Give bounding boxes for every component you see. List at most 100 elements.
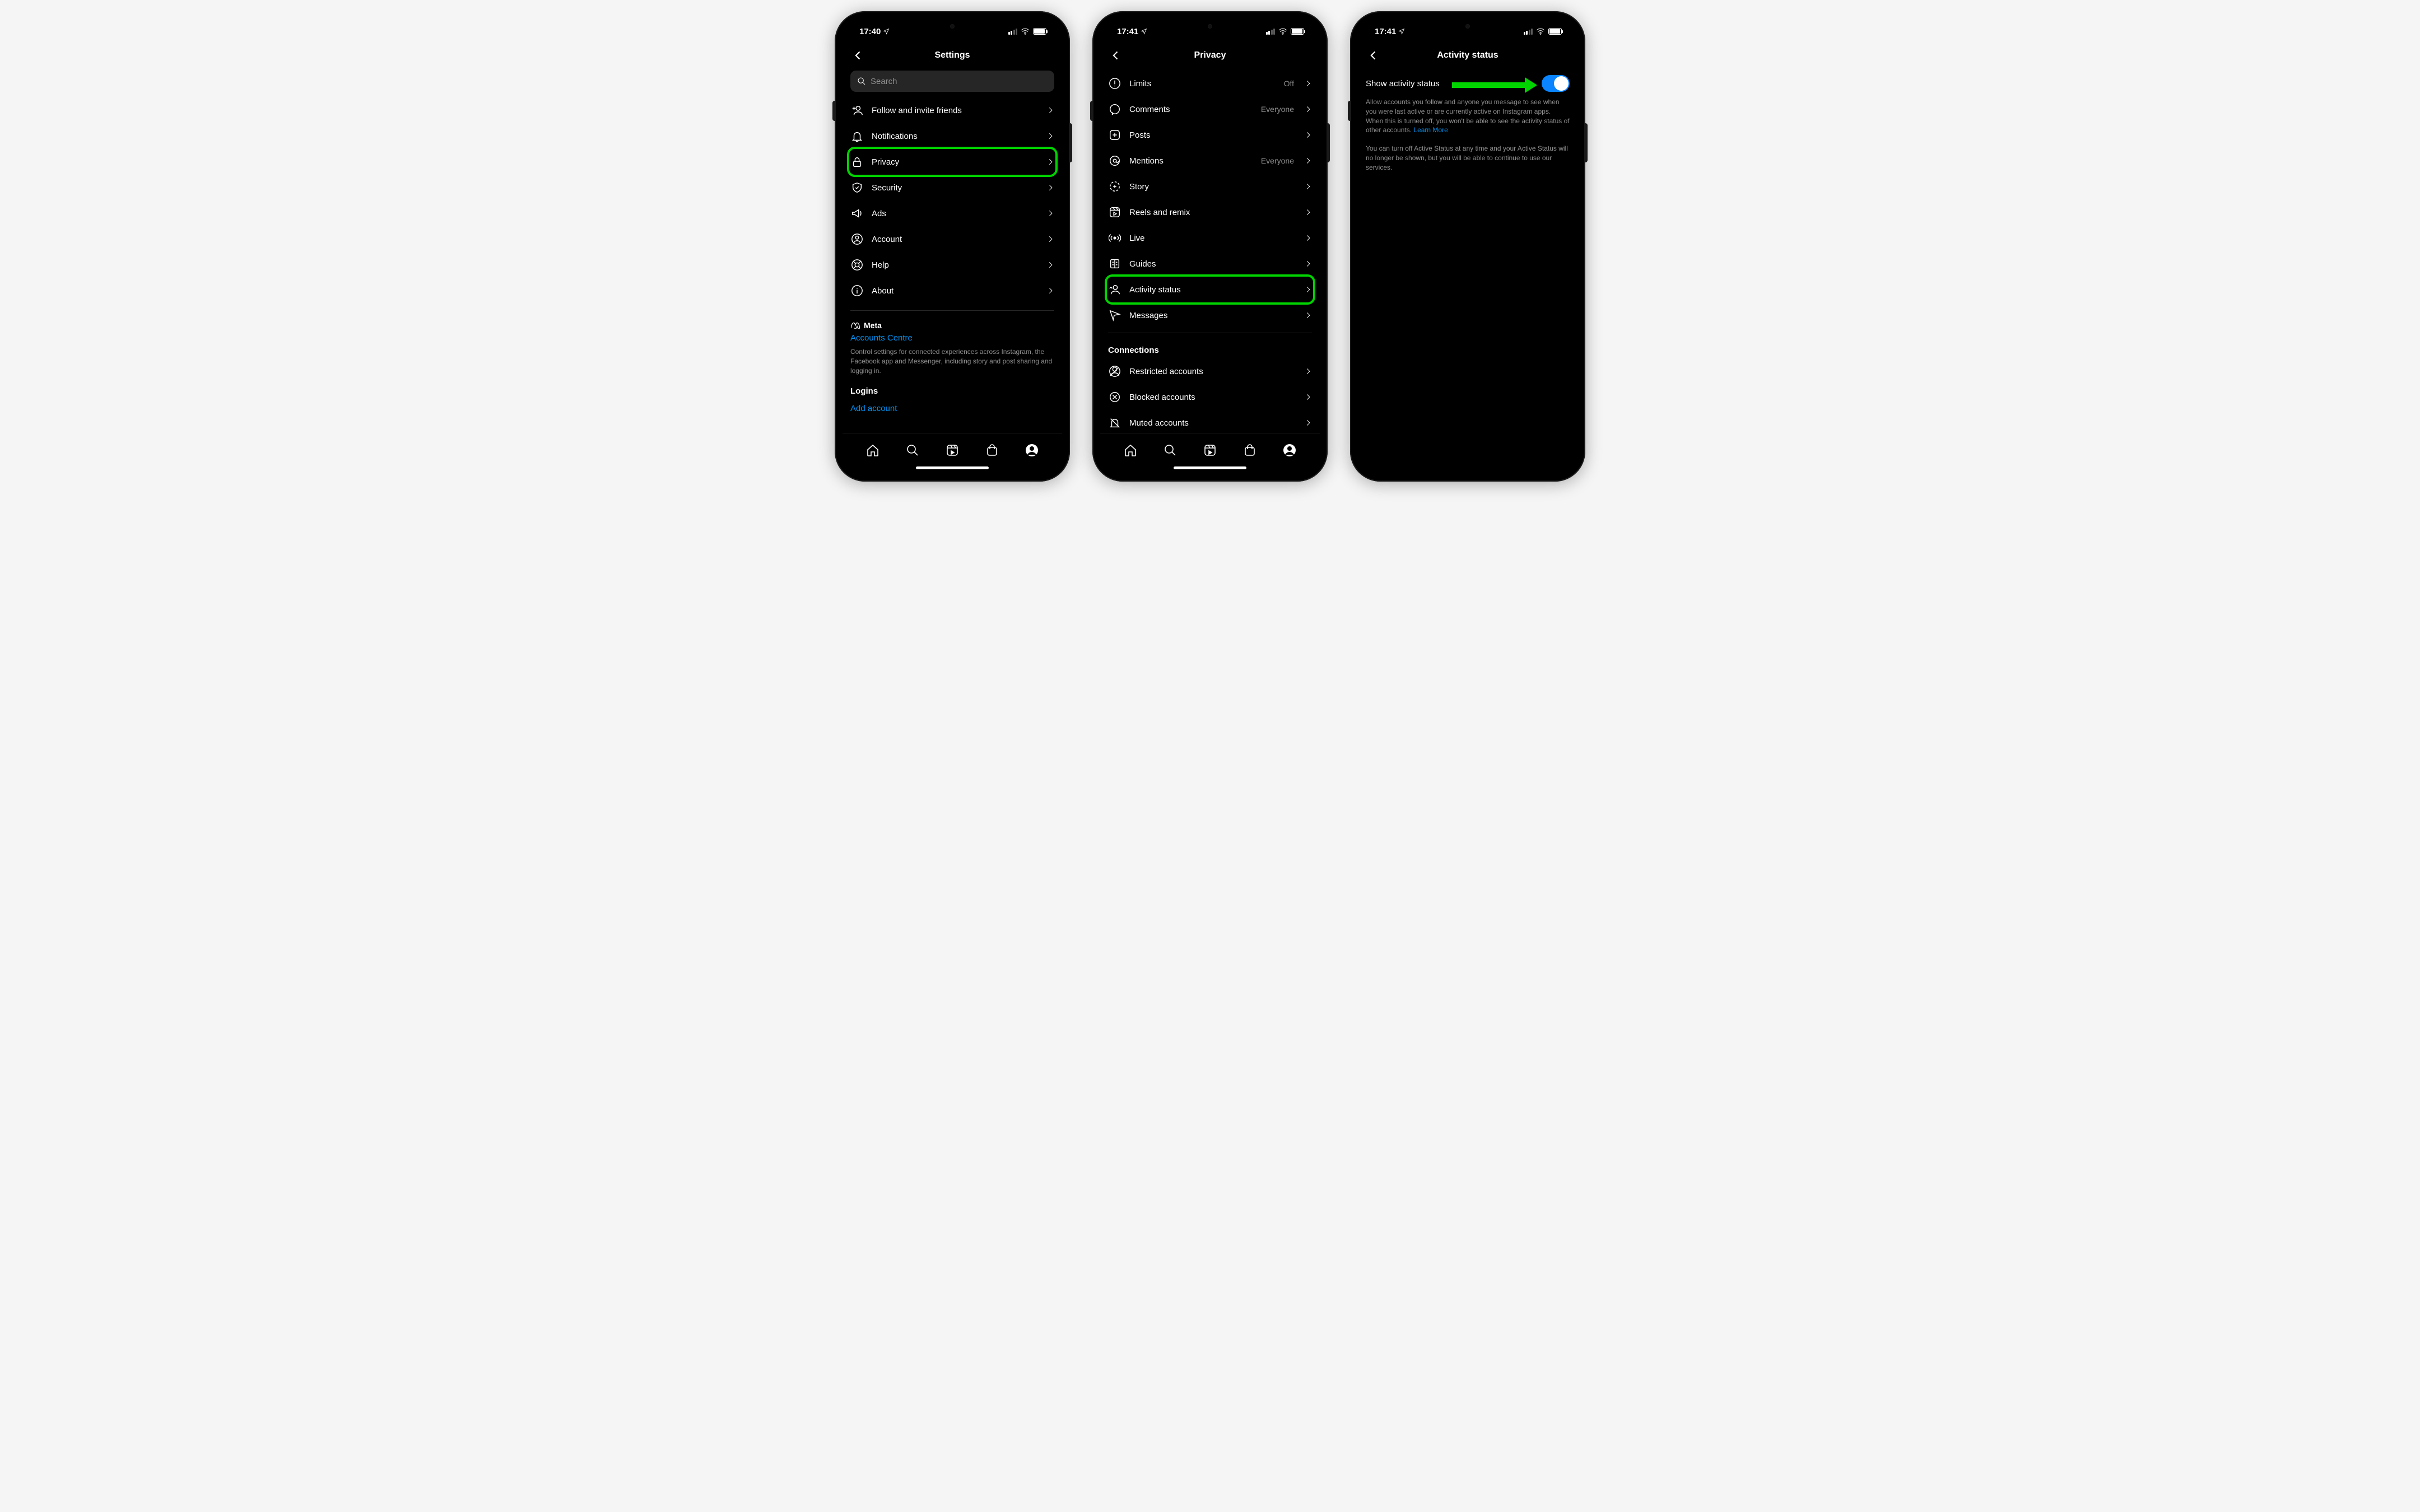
row-label: Comments [1129, 105, 1253, 114]
nav-header: Privacy [1100, 44, 1320, 67]
row-label: Limits [1129, 79, 1276, 88]
tab-profile[interactable] [1282, 443, 1297, 458]
chevron-right-icon [1304, 393, 1312, 401]
settings-row-privacy[interactable]: Privacy [850, 149, 1054, 175]
back-button[interactable] [1108, 48, 1124, 63]
privacy-row-reels[interactable]: Reels and remix [1108, 199, 1312, 225]
privacy-row-muted[interactable]: Muted accounts [1108, 410, 1312, 433]
plus-square-icon [1108, 128, 1121, 142]
search-icon [1164, 444, 1177, 457]
wifi-icon [1278, 28, 1287, 35]
row-label: Story [1129, 182, 1296, 192]
row-label: Blocked accounts [1129, 393, 1296, 402]
chevron-right-icon [1046, 106, 1054, 114]
add-account-link[interactable]: Add account [850, 404, 1054, 413]
settings-row-ads[interactable]: Ads [850, 200, 1054, 226]
chevron-right-icon [1046, 235, 1054, 243]
tab-profile[interactable] [1025, 443, 1039, 458]
phone-frame-3: 17:41 Activity status Show activity stat… [1350, 11, 1585, 482]
chevron-left-icon [1110, 50, 1121, 61]
settings-row-account[interactable]: Account [850, 226, 1054, 252]
lock-icon [850, 155, 864, 169]
meta-label: Meta [864, 321, 882, 330]
learn-more-link[interactable]: Learn More [1413, 126, 1448, 134]
tab-reels[interactable] [945, 443, 960, 458]
accounts-centre-link[interactable]: Accounts Centre [850, 333, 1054, 343]
tab-search[interactable] [1163, 443, 1178, 458]
tab-reels[interactable] [1203, 443, 1217, 458]
chevron-right-icon [1304, 80, 1312, 87]
reels-icon [1203, 444, 1217, 457]
row-label: Posts [1129, 130, 1296, 140]
nav-header: Activity status [1358, 44, 1577, 67]
activity-desc-1: Allow accounts you follow and anyone you… [1366, 97, 1570, 135]
privacy-row-blocked[interactable]: Blocked accounts [1108, 384, 1312, 410]
privacy-row-story[interactable]: Story [1108, 174, 1312, 199]
nav-header: Settings [843, 44, 1062, 67]
shop-icon [1243, 444, 1256, 457]
comment-icon [1108, 102, 1121, 116]
settings-row-follow-invite[interactable]: Follow and invite friends [850, 97, 1054, 123]
location-icon [1141, 28, 1147, 35]
privacy-row-mentions[interactable]: Mentions Everyone [1108, 148, 1312, 174]
follow-invite-icon [850, 104, 864, 117]
search-icon [857, 77, 866, 86]
row-label: Help [872, 260, 1039, 270]
row-label: Privacy [872, 157, 1039, 167]
back-button[interactable] [850, 48, 866, 63]
privacy-row-messages[interactable]: Messages [1108, 302, 1312, 328]
tab-shop[interactable] [985, 443, 999, 458]
location-icon [883, 28, 890, 35]
annotation-highlight-activity-status: Activity status [1105, 274, 1315, 305]
signal-icon [1266, 29, 1276, 35]
privacy-row-comments[interactable]: Comments Everyone [1108, 96, 1312, 122]
tab-shop[interactable] [1242, 443, 1257, 458]
privacy-row-guides[interactable]: Guides [1108, 251, 1312, 277]
home-indicator[interactable] [916, 466, 989, 469]
privacy-row-activity-status[interactable]: Activity status [1108, 277, 1312, 302]
row-label: Ads [872, 209, 1039, 218]
location-icon [1398, 28, 1405, 35]
settings-row-help[interactable]: Help [850, 252, 1054, 278]
settings-row-about[interactable]: About [850, 278, 1054, 304]
reels-icon [1108, 206, 1121, 219]
tab-bar [843, 433, 1062, 466]
privacy-row-limits[interactable]: Limits Off [1108, 71, 1312, 96]
privacy-row-restricted[interactable]: Restricted accounts [1108, 358, 1312, 384]
row-label: Guides [1129, 259, 1296, 269]
tab-bar [1100, 433, 1320, 466]
settings-row-notifications[interactable]: Notifications [850, 123, 1054, 149]
privacy-row-live[interactable]: Live [1108, 225, 1312, 251]
profile-icon [1025, 444, 1039, 457]
back-button[interactable] [1366, 48, 1381, 63]
annotation-highlight-privacy: Privacy [847, 147, 1058, 177]
search-field[interactable] [871, 77, 1048, 86]
settings-row-security[interactable]: Security [850, 175, 1054, 200]
row-label: Activity status [1129, 285, 1296, 295]
accounts-centre-desc: Control settings for connected experienc… [850, 347, 1054, 375]
wifi-icon [1021, 28, 1030, 35]
row-label: Account [872, 235, 1039, 244]
send-icon [1108, 309, 1121, 322]
tab-search[interactable] [905, 443, 920, 458]
connections-heading: Connections [1108, 346, 1312, 355]
tab-home[interactable] [1123, 443, 1138, 458]
annotation-arrow [1452, 77, 1537, 93]
activity-status-toggle[interactable] [1542, 75, 1570, 92]
muted-icon [1108, 416, 1121, 430]
row-value: Off [1284, 79, 1294, 88]
page-title: Settings [934, 50, 970, 60]
tab-home[interactable] [865, 443, 880, 458]
home-indicator[interactable] [1174, 466, 1246, 469]
row-label: Notifications [872, 132, 1039, 141]
chevron-left-icon [853, 50, 864, 61]
privacy-row-posts[interactable]: Posts [1108, 122, 1312, 148]
bell-icon [850, 129, 864, 143]
chevron-right-icon [1046, 158, 1054, 166]
chevron-right-icon [1304, 367, 1312, 375]
search-input[interactable] [850, 71, 1054, 92]
status-time: 17:40 [859, 27, 881, 36]
chevron-right-icon [1304, 234, 1312, 242]
chevron-left-icon [1368, 50, 1379, 61]
story-icon [1108, 180, 1121, 193]
